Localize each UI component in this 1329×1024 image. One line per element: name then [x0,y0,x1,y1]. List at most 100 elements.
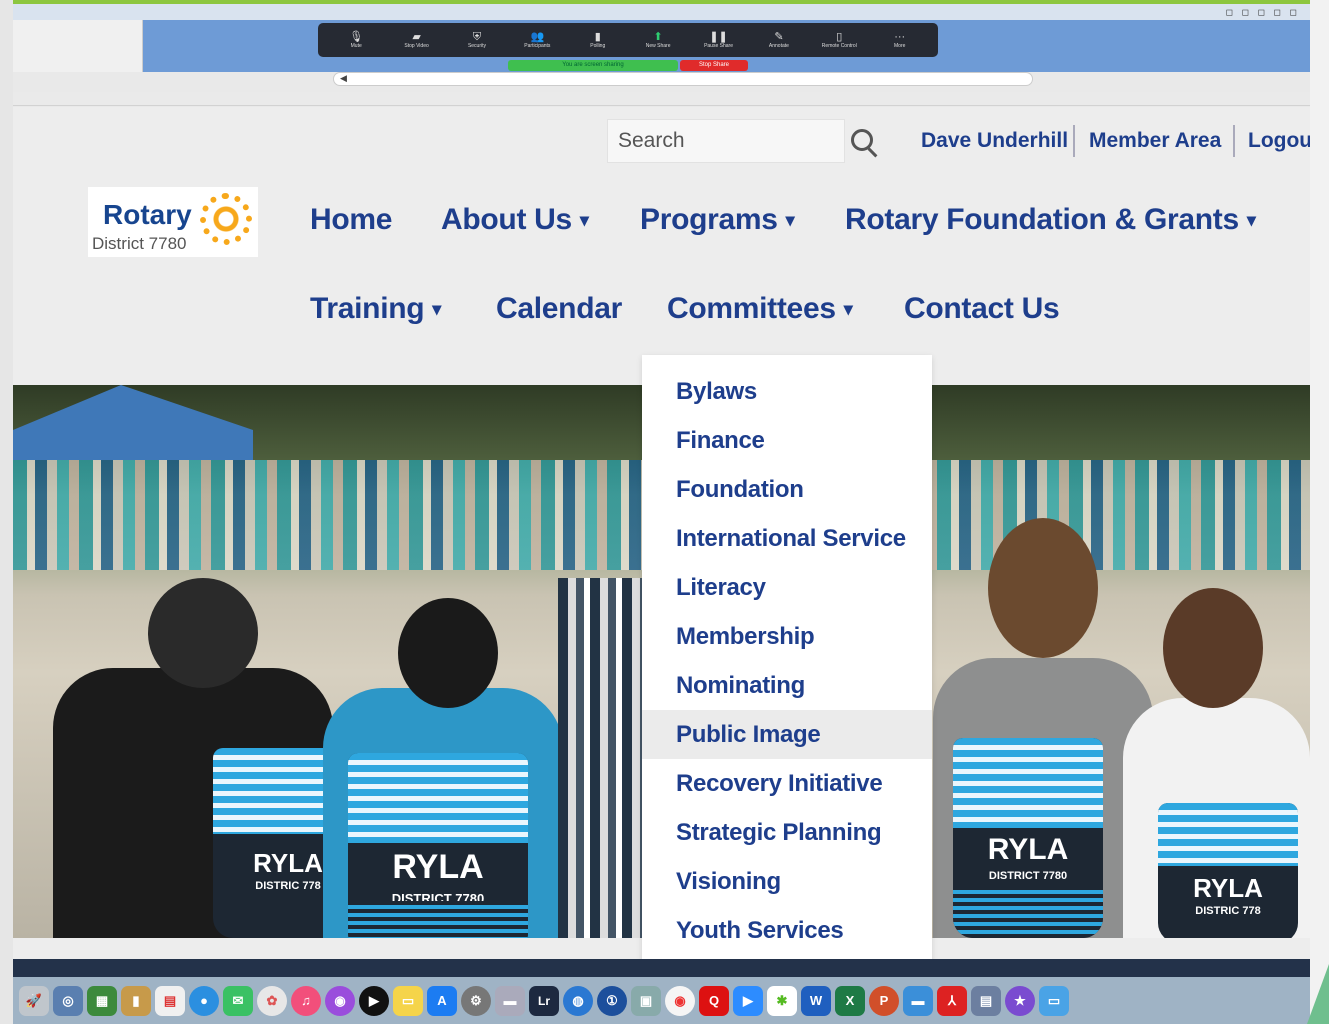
zoom-toolbar: 🎙 Mute ▰ Stop Video ⛨ Security 👥 Participant… [318,23,938,57]
zoom-participants-button[interactable]: 👥 Participants [513,31,561,49]
slack-icon[interactable]: ✱ [767,985,797,1016]
excel-icon[interactable]: X [835,985,865,1016]
zoom-new-share-button[interactable]: ⬆ New Share [634,31,682,49]
menubar: ◻ ◻ ◻ ◻ ◻ [13,0,1310,20]
ryla-bag: RYLA DISTRIC 778 [1158,803,1298,938]
search-box [607,119,845,163]
stop-share-button[interactable]: Stop Share [680,60,748,71]
zoom-mute-button[interactable]: 🎙 Mute [332,31,380,49]
star-icon[interactable]: ★ [1005,985,1035,1016]
calendar-icon[interactable]: ▤ [155,985,185,1016]
menu-item-visioning[interactable]: Visioning [642,857,932,906]
safari-icon[interactable]: ◎ [53,985,83,1016]
zoom-pause-share-button[interactable]: ❚❚ Pause Share [695,31,743,49]
zoom-remote-control-button[interactable]: ▯ Remote Control [815,31,863,49]
menu-item-nominating[interactable]: Nominating [642,661,932,710]
nav-label: Calendar [496,292,622,325]
bag-text: DISTRICT 7780 [988,870,1068,882]
utility-bar: Dave Underhill Member Area Logout [607,119,1310,163]
zoom-button-label: More [894,43,906,49]
screenshot-icon[interactable]: ▤ [971,985,1001,1016]
zoom-button-label: Remote Control [821,43,857,49]
search-icon[interactable] [851,129,873,151]
hero-person: RYLA DISTRICT 7780 [313,498,563,938]
menu-item-recovery-initiative[interactable]: Recovery Initiative [642,759,932,808]
nav-training[interactable]: Training ▾ [310,292,441,326]
rotary-logo[interactable]: Rotary District 7780 [88,187,258,257]
nav-rotary-foundation-grants[interactable]: Rotary Foundation & Grants ▾ [845,203,1256,237]
status-icons: ◻ ◻ ◻ ◻ ◻ [1225,6,1300,17]
music-icon[interactable]: ♫ [291,985,321,1016]
nav-about-us[interactable]: About Us ▾ [441,203,589,237]
menu-item-literacy[interactable]: Literacy [642,563,932,612]
website: Dave Underhill Member Area Logout Rotary… [13,107,1310,963]
page-footer-strip [13,959,1310,977]
chevron-down-icon: ▾ [785,209,795,230]
app-store-icon[interactable]: A [427,985,457,1016]
browser-icon[interactable]: ◍ [563,985,593,1016]
search-input[interactable] [608,120,838,162]
zoom-security-button[interactable]: ⛨ Security [453,31,501,49]
zoom-more-button[interactable]: ··· More [876,31,924,49]
launcher-icon[interactable]: ▦ [87,985,117,1016]
zoom-video-button[interactable]: ▰ Stop Video [393,31,441,49]
bag-text: DISTRIC 778 [1195,905,1261,917]
notes-icon[interactable]: ▮ [121,985,151,1016]
menu-item-strategic-planning[interactable]: Strategic Planning [642,808,932,857]
acrobat-icon[interactable]: ⅄ [937,985,967,1016]
globe-icon[interactable]: ● [189,985,219,1016]
shield-icon: ⛨ [472,31,482,43]
menu-item-public-image[interactable]: Public Image [642,710,932,759]
menu-item-membership[interactable]: Membership [642,612,932,661]
chrome-icon[interactable]: ◉ [665,985,695,1016]
nav-committees[interactable]: Committees ▾ [667,292,853,326]
video-icon: ▰ [412,31,421,43]
tv-icon[interactable]: ▶ [359,985,389,1016]
zoom-icon[interactable]: ▶ [733,985,763,1016]
messages-icon[interactable]: ✉ [223,985,253,1016]
more-icon: ··· [894,31,906,43]
nav-calendar[interactable]: Calendar [496,292,622,326]
address-bar[interactable]: ◀ [333,72,1033,86]
folder-icon[interactable]: ▬ [903,985,933,1016]
menu-item-bylaws[interactable]: Bylaws [642,367,932,416]
logout-link[interactable]: Logout [1248,129,1310,153]
preview-icon[interactable]: ▣ [631,985,661,1016]
menu-item-foundation[interactable]: Foundation [642,465,932,514]
ryla-bag: RYLA DISTRICT 7780 [953,738,1103,938]
poll-icon: ▮ [594,31,601,43]
menu-item-youth-services[interactable]: Youth Services [642,906,932,955]
keyboard-icon[interactable]: ▬ [495,985,525,1016]
menu-item-finance[interactable]: Finance [642,416,932,465]
zoom-annotate-button[interactable]: ✎ Annotate [755,31,803,49]
zoom-button-label: Polling [590,43,606,49]
launchpad-icon[interactable]: 🚀 [19,985,49,1016]
bag-text: RYLA [987,833,1069,866]
chevron-down-icon: ▾ [843,298,853,319]
word-icon[interactable]: W [801,985,831,1016]
side-panel [13,20,143,72]
chevron-down-icon: ▾ [579,209,589,230]
user-name-link[interactable]: Dave Underhill [921,129,1068,153]
hero-person: RYLA DISTRIC 778 [33,548,363,938]
zoom-button-label: Participants [524,43,551,49]
bag-text: RYLA [1193,873,1263,903]
nav-contact-us[interactable]: Contact Us [904,292,1060,326]
podcasts-icon[interactable]: ◉ [325,985,355,1016]
system-preferences-icon[interactable]: ⚙ [461,985,491,1016]
powerpoint-icon[interactable]: P [869,985,899,1016]
nav-home[interactable]: Home [310,203,392,237]
lightroom-icon[interactable]: Lr [529,985,559,1016]
stickies-icon[interactable]: ▭ [393,985,423,1016]
downloads-folder-icon[interactable]: ▭ [1039,985,1069,1016]
photos-icon[interactable]: ✿ [257,985,287,1016]
menu-item-international-service[interactable]: International Service [642,514,932,563]
password-icon[interactable]: ① [597,985,627,1016]
divider [1233,125,1235,157]
quicken-icon[interactable]: Q [699,985,729,1016]
nav-programs[interactable]: Programs ▾ [640,203,795,237]
member-area-link[interactable]: Member Area [1089,129,1221,153]
back-arrow-icon[interactable]: ◀ [340,73,347,84]
chevron-down-icon: ▾ [432,298,442,319]
zoom-polling-button[interactable]: ▮ Polling [574,31,622,49]
